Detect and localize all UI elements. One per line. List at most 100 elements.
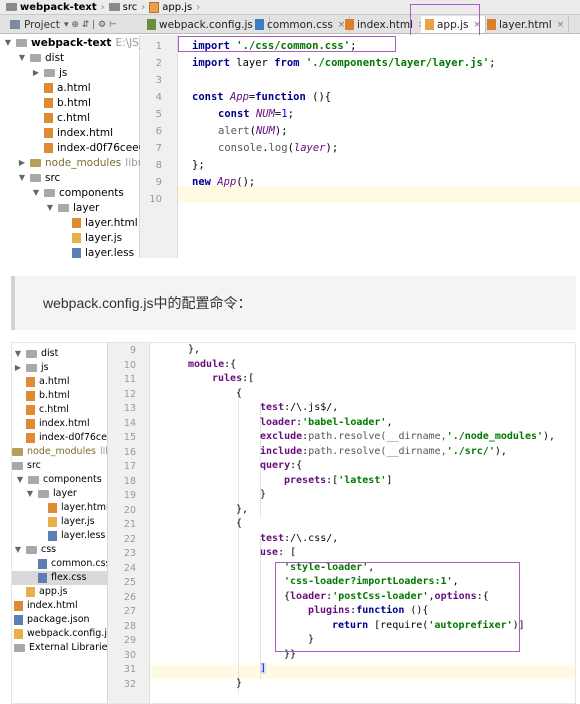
tree-item-layer[interactable]: ▼ layer	[46, 200, 99, 215]
tree-item-index-html-root[interactable]: index.html	[14, 599, 78, 613]
tree-item-layer-js[interactable]: layer.js	[72, 230, 122, 245]
tab-common-css[interactable]: common.css ×	[251, 16, 351, 33]
tree-item-a-html[interactable]: a.html	[44, 80, 91, 95]
css-file-icon	[38, 572, 47, 583]
line-number: 12	[123, 388, 136, 400]
current-line-highlight	[178, 186, 580, 203]
chevron-down-icon: ▼	[18, 53, 26, 62]
tree-item-layer-html[interactable]: layer.html	[48, 501, 107, 515]
caption-block: webpack.config.js中的配置命令：	[11, 276, 576, 330]
code-line: test:/\.css/,	[260, 532, 339, 544]
line-number: 32	[123, 678, 136, 690]
tree-item-dist[interactable]: ▼ dist	[18, 50, 64, 65]
line-number: 14	[123, 417, 136, 429]
tree-item-index-hash[interactable]: index-d0f76cee62	[26, 431, 107, 445]
chevron-down-icon: ▼	[26, 489, 34, 499]
line-number: 10	[149, 194, 162, 205]
tree-item-layer-js[interactable]: layer.js	[48, 515, 95, 529]
breadcrumb-item-src[interactable]: src	[108, 2, 137, 13]
editor-tab-bar: Project ▾ ⊕ ⇵ | ⚙ ⊢ webpack.config.js× c…	[0, 15, 580, 34]
tab-layer-html[interactable]: layer.html ×	[483, 16, 570, 33]
line-number: 19	[123, 490, 136, 501]
ide-screenshot-webpack-config: ▼ dist ▶ js a.html b.html c.html index.htm…	[11, 342, 576, 704]
tree-item-root[interactable]: ▼ webpack-text E:\JS_no	[4, 35, 157, 50]
tree-item-index-html[interactable]: index.html	[26, 417, 90, 431]
line-number: 16	[123, 446, 136, 458]
chevron-down-icon: ▼	[18, 173, 26, 182]
tree-item-src[interactable]: src	[12, 459, 41, 473]
line-number: 7	[155, 143, 162, 154]
close-icon[interactable]: ×	[557, 20, 565, 30]
tree-item-index-hash[interactable]: index-d0f76cee62	[44, 140, 152, 155]
tree-item-node-modules[interactable]: node_moduleslibra	[12, 445, 107, 459]
folder-icon	[26, 349, 37, 358]
chevron-down-icon: ▼	[46, 203, 54, 212]
tree-item-dist[interactable]: ▼ dist	[14, 347, 58, 361]
caption-text: webpack.config.js中的配置命令：	[43, 295, 252, 311]
code-line: test:/\.js$/,	[260, 402, 339, 413]
tree-item-js[interactable]: ▶ js	[32, 65, 67, 80]
indent-guide	[260, 539, 261, 679]
folder-icon	[12, 447, 23, 456]
tree-item-layer-less[interactable]: layer.less	[72, 245, 134, 258]
tree-item-src[interactable]: ▼ src	[18, 170, 60, 185]
tree-item-components[interactable]: ▼ components	[16, 473, 102, 487]
html-file-icon	[48, 502, 57, 513]
code-editor[interactable]: 1 2 3 4 5 6 7 8 9 10 import './css/commo…	[140, 35, 580, 258]
breadcrumb: webpack-text › src › app.js ›	[0, 0, 580, 15]
tree-item-b-html[interactable]: b.html	[44, 95, 91, 110]
tree-item-b-html[interactable]: b.html	[26, 389, 70, 403]
line-number: 4	[155, 92, 162, 103]
project-tool-buttons[interactable]: ▾ ⊕ ⇵ | ⚙ ⊢	[64, 20, 117, 30]
tree-item-a-html[interactable]: a.html	[26, 375, 69, 389]
folder-icon	[26, 363, 37, 372]
less-file-icon	[48, 530, 57, 541]
project-tree: ▼ webpack-text E:\JS_no ▼ dist ▶ js a.html b…	[0, 35, 157, 258]
tree-item-index-html[interactable]: index.html	[44, 125, 113, 140]
line-number: 29	[123, 635, 136, 646]
chevron-right-icon: ›	[100, 1, 105, 13]
tree-item-common-css[interactable]: common.css	[38, 557, 107, 571]
code-line: module:{	[188, 358, 237, 370]
line-number: 17	[123, 461, 136, 472]
code-line: query:{	[260, 460, 303, 471]
code-line: use: [	[260, 547, 297, 558]
html-file-icon	[26, 404, 35, 415]
html-file-icon	[72, 217, 81, 228]
tree-item-package-json[interactable]: package.json	[14, 613, 90, 627]
tree-item-layer-less[interactable]: layer.less	[48, 529, 105, 543]
chevron-right-icon: ›	[141, 1, 146, 13]
breadcrumb-item-file[interactable]: app.js	[149, 1, 192, 13]
tree-item-js[interactable]: ▶ js	[14, 361, 49, 375]
tree-item-node-modules[interactable]: ▶ node_modules libra	[18, 155, 149, 170]
line-number: 8	[155, 160, 162, 171]
line-number: 5	[155, 109, 162, 120]
tree-item-components[interactable]: ▼ components	[32, 185, 124, 200]
json-file-icon	[14, 614, 23, 625]
html-file-icon	[26, 390, 35, 401]
code-line: const NUM=1;	[218, 108, 294, 120]
tree-item-webpack-config[interactable]: webpack.config.js	[14, 627, 107, 641]
code-line: ]	[260, 663, 267, 674]
chevron-down-icon: ▼	[16, 475, 24, 485]
less-file-icon	[72, 247, 81, 258]
line-number: 11	[123, 374, 136, 385]
tree-item-layer[interactable]: ▼ layer	[26, 487, 77, 501]
folder-icon	[26, 545, 37, 554]
line-number: 23	[123, 548, 136, 559]
line-number: 30	[123, 649, 136, 661]
tree-item-css[interactable]: ▼ css	[14, 543, 56, 557]
line-number: 13	[123, 403, 136, 414]
js-file-icon	[26, 586, 35, 597]
tree-item-c-html[interactable]: c.html	[26, 403, 69, 417]
tree-item-c-html[interactable]: c.html	[44, 110, 90, 125]
tree-item-layer-html[interactable]: layer.html	[72, 215, 138, 230]
chevron-right-icon: ▶	[14, 363, 22, 373]
tree-item-flex-css[interactable]: flex.css	[12, 571, 107, 585]
tree-item-app-js[interactable]: app.js	[26, 585, 68, 599]
tree-item-external-libraries[interactable]: External Libraries	[14, 641, 107, 655]
breadcrumb-item-project[interactable]: webpack-text	[6, 2, 97, 13]
project-tool-tab[interactable]: Project ▾ ⊕ ⇵ | ⚙ ⊢	[0, 15, 140, 34]
line-number: 10	[123, 359, 136, 371]
folder-icon	[30, 53, 41, 62]
